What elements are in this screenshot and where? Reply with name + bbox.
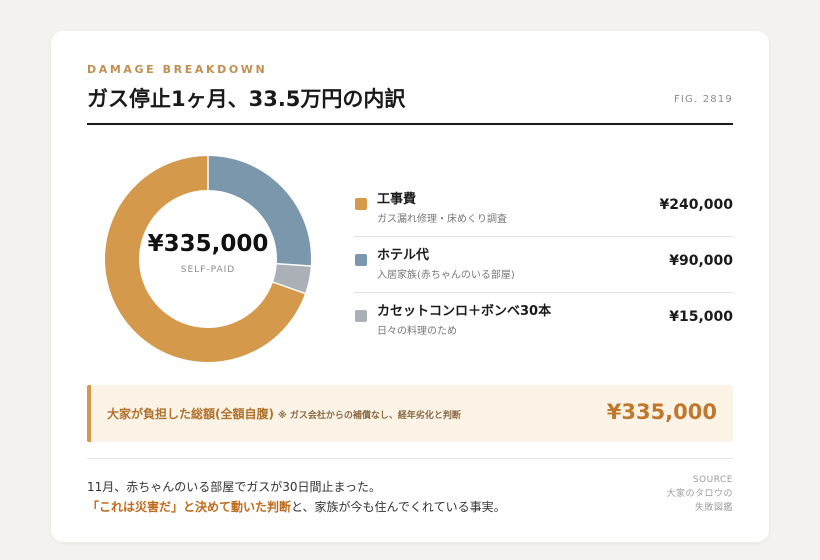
footer-divider xyxy=(87,458,733,459)
summary-callout: 大家が負担した総額(全額自腹) ※ ガス会社からの補償なし、経年劣化と判断 ¥33… xyxy=(87,385,733,442)
legend-swatch xyxy=(355,254,367,266)
summary-note: ※ ガス会社からの補償なし、経年劣化と判断 xyxy=(277,411,461,421)
source-credit: SOURCE 大家のタロウの 失敗図鑑 xyxy=(666,473,733,515)
donut-total-caption: SELF-PAID xyxy=(180,265,236,275)
footer-emphasis: 「これは災害だ」と決めて動いた判断 xyxy=(87,500,292,514)
legend-item-amount: ¥15,000 xyxy=(669,309,733,325)
legend-item-label: カセットコンロ＋ボンベ30本 xyxy=(377,304,552,319)
footer-line-1: 11月、赤ちゃんのいる部屋でガスが30日間止まった。 xyxy=(87,480,382,494)
legend-item-note: 入居家族(赤ちゃんのいる部屋) xyxy=(377,270,515,281)
legend: 工事費 ガス漏れ修理・床めくり調査 ¥240,000 ホテル代 入居家族(赤ちゃ… xyxy=(354,181,733,348)
section-kicker: DAMAGE BREAKDOWN xyxy=(87,63,268,76)
legend-item-hotel: ホテル代 入居家族(赤ちゃんのいる部屋) ¥90,000 xyxy=(354,237,733,293)
legend-item-amount: ¥240,000 xyxy=(659,197,733,213)
legend-item-label: ホテル代 xyxy=(377,248,430,263)
legend-item-stove: カセットコンロ＋ボンベ30本 日々の料理のため ¥15,000 xyxy=(354,293,733,348)
legend-item-construction: 工事費 ガス漏れ修理・床めくり調査 ¥240,000 xyxy=(354,181,733,237)
legend-item-label: 工事費 xyxy=(377,192,417,207)
footer-line-2-rest: と、家族が今も住んでくれている事実。 xyxy=(291,500,506,514)
source-line-2: 失敗図鑑 xyxy=(694,503,733,513)
legend-swatch xyxy=(355,198,367,210)
source-line-1: 大家のタロウの xyxy=(666,489,733,499)
legend-swatch xyxy=(355,310,367,322)
footer-line-2: 「これは災害だ」と決めて動いた判断と、家族が今も住んでくれている事実。 xyxy=(87,497,506,517)
footer-text: 11月、赤ちゃんのいる部屋でガスが30日間止まった。 「これは災害だ」と決めて動… xyxy=(87,477,506,517)
donut-center: ¥335,000 SELF-PAID xyxy=(105,156,311,362)
title-rule xyxy=(87,123,733,125)
breakdown-card: DAMAGE BREAKDOWN ガス停止1ヶ月、33.5万円の内訳 FIG. … xyxy=(51,31,769,542)
legend-item-note: 日々の料理のため xyxy=(377,326,457,337)
summary-label-text: 大家が負担した総額(全額自腹) xyxy=(107,407,274,421)
page-title: ガス停止1ヶ月、33.5万円の内訳 xyxy=(87,87,406,111)
donut-total-amount: ¥335,000 xyxy=(147,231,269,257)
summary-label: 大家が負担した総額(全額自腹) ※ ガス会社からの補償なし、経年劣化と判断 xyxy=(107,405,461,422)
legend-item-note: ガス漏れ修理・床めくり調査 xyxy=(377,214,507,225)
figure-number: FIG. 2819 xyxy=(673,94,733,105)
legend-item-amount: ¥90,000 xyxy=(669,253,733,269)
summary-amount: ¥335,000 xyxy=(606,400,717,424)
source-label: SOURCE xyxy=(692,475,733,485)
